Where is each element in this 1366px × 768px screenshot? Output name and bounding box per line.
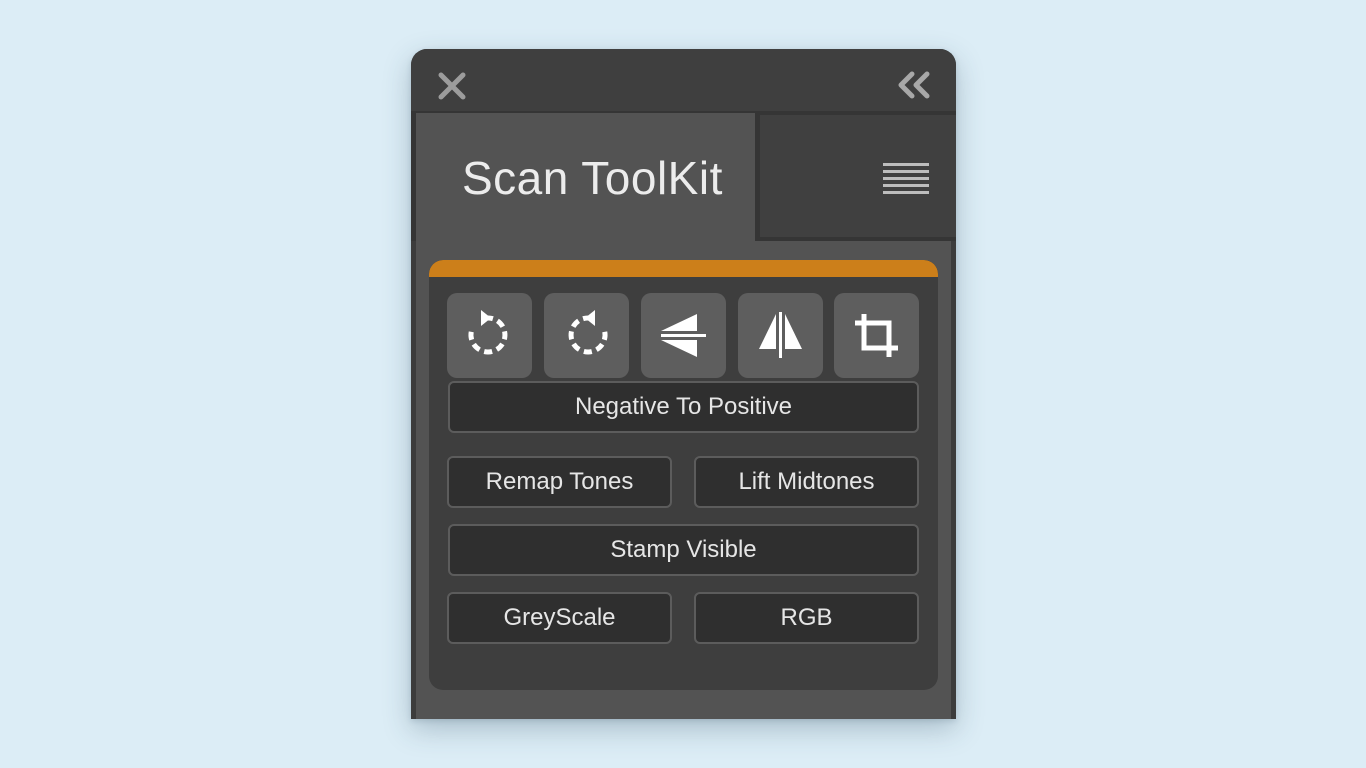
panel-title-bar [411,49,956,111]
flip-vertical-icon [661,314,706,357]
panel-title: Scan ToolKit [462,152,723,204]
flip-vertical-button[interactable] [641,293,726,378]
tab-scan-toolkit[interactable]: Scan ToolKit [416,113,755,241]
remap-tones-button[interactable]: Remap Tones [447,456,672,508]
rotate-counterclockwise-icon [468,310,508,355]
double-chevron-left-icon [898,71,930,99]
tools-card: Negative To Positive Remap Tones Lift Mi… [429,260,938,690]
rotate-counterclockwise-button[interactable] [447,293,532,378]
crop-icon [855,314,898,357]
panel-content: Negative To Positive Remap Tones Lift Mi… [416,241,951,719]
close-x-icon [438,72,466,100]
greyscale-button[interactable]: GreyScale [447,592,672,644]
collapse-panel-button[interactable] [896,71,932,99]
panel-tab-strip: Scan ToolKit [411,111,956,241]
stamp-visible-button[interactable]: Stamp Visible [448,524,919,576]
flip-horizontal-button[interactable] [738,293,823,378]
rotate-clockwise-icon [568,310,608,355]
flip-horizontal-icon [759,312,802,358]
rgb-button[interactable]: RGB [694,592,919,644]
crop-button[interactable] [834,293,919,378]
panel-menu-button[interactable] [883,162,929,196]
lift-midtones-button[interactable]: Lift Midtones [694,456,919,508]
rotate-clockwise-button[interactable] [544,293,629,378]
scan-toolkit-panel: Scan ToolKit Negative To Positive Remap … [411,49,956,719]
tab-empty-area [760,115,956,237]
close-button[interactable] [437,71,467,101]
card-accent-bar [429,260,938,277]
negative-to-positive-button[interactable]: Negative To Positive [448,381,919,433]
hamburger-menu-icon [883,163,929,194]
